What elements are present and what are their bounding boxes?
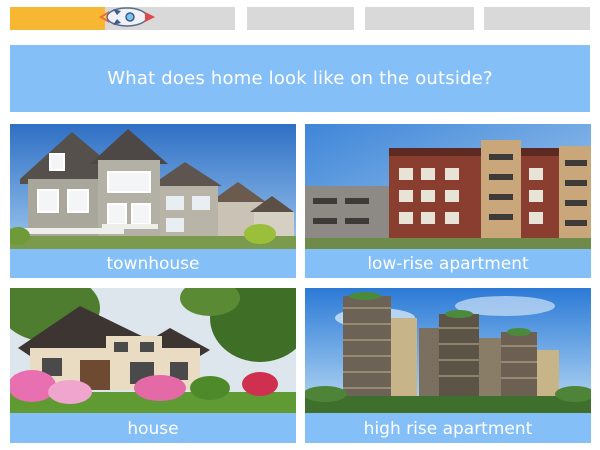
low-rise-apartment-photo	[305, 124, 591, 249]
option-high-rise-apartment[interactable]: high rise apartment	[305, 288, 591, 443]
option-label: house	[127, 418, 179, 439]
progress-segment-2	[247, 7, 354, 30]
house-photo	[10, 288, 296, 413]
progress-bar	[10, 7, 590, 30]
option-house[interactable]: house	[10, 288, 296, 443]
option-label: townhouse	[106, 253, 200, 274]
option-label: low-rise apartment	[367, 253, 529, 274]
townhouse-photo	[10, 124, 296, 249]
option-low-rise-apartment[interactable]: low-rise apartment	[305, 124, 591, 278]
progress-segment-4	[484, 7, 590, 30]
rocket-icon	[99, 7, 155, 27]
option-label: high rise apartment	[363, 418, 533, 439]
question-banner: What does home look like on the outside?	[10, 45, 590, 112]
high-rise-apartment-photo	[305, 288, 591, 413]
option-townhouse[interactable]: townhouse	[10, 124, 296, 278]
progress-segment-3	[365, 7, 474, 30]
progress-fill	[10, 7, 105, 30]
quiz-page: What does home look like on the outside?	[0, 0, 600, 450]
